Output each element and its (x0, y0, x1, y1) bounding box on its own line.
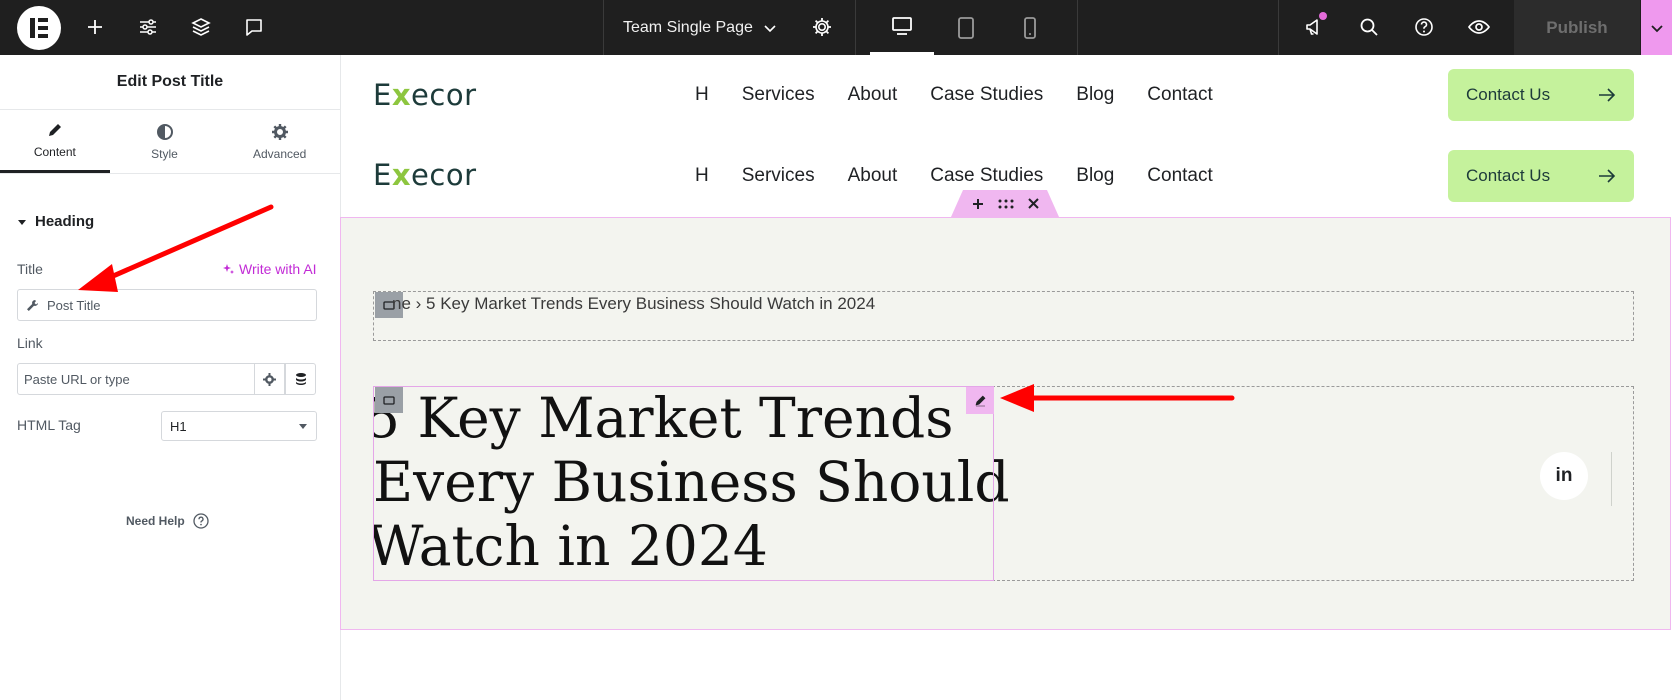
editor-top-bar: Team Single Page Publish (0, 0, 1672, 55)
publish-options-chevron-icon[interactable] (1641, 0, 1672, 55)
nav-item-case-studies[interactable]: Case Studies (930, 165, 1043, 187)
site-logo[interactable]: Execor (373, 78, 477, 112)
title-value: Post Title (47, 297, 101, 313)
divider (1611, 452, 1612, 506)
nav-item-services[interactable]: Services (742, 84, 815, 106)
nav-item-contact[interactable]: Contact (1147, 84, 1212, 106)
contact-us-label: Contact Us (1466, 166, 1551, 185)
dynamic-tags-database-icon[interactable] (285, 363, 316, 395)
logo-text: ecor (411, 78, 477, 112)
logo-letter: E (373, 158, 392, 192)
linkedin-icon[interactable]: in (1540, 452, 1588, 500)
logo-x-mark: x (391, 158, 412, 192)
tab-content[interactable]: Content (0, 110, 110, 173)
nav-item-about[interactable]: About (848, 165, 898, 187)
link-label: Link (17, 335, 43, 351)
preview-eye-icon[interactable] (1466, 14, 1492, 40)
title-input[interactable]: Post Title (17, 289, 317, 321)
tab-label: Content (33, 145, 76, 159)
help-icon[interactable] (1411, 14, 1437, 40)
need-help-label: Need Help (126, 514, 185, 528)
link-placeholder: Paste URL or type (24, 371, 130, 387)
need-help-link[interactable]: Need Help (126, 513, 209, 529)
half-circle-icon (156, 123, 173, 140)
link-options-gear-icon[interactable] (254, 363, 285, 395)
chevron-down-icon (764, 24, 776, 32)
elementor-logo-icon[interactable] (17, 6, 61, 50)
search-icon[interactable] (1356, 14, 1382, 40)
section-toolbar (951, 190, 1059, 217)
mobile-view-icon[interactable] (998, 0, 1062, 55)
help-icon (193, 513, 209, 529)
divider (603, 0, 604, 55)
arrow-right-icon (1599, 88, 1616, 102)
nav-item-blog[interactable]: Blog (1076, 84, 1114, 106)
contact-us-label: Contact Us (1466, 85, 1551, 104)
dynamic-tag-wrench-icon (27, 299, 38, 311)
html-tag-select[interactable]: H1 (161, 411, 317, 441)
delete-section-icon[interactable] (1027, 198, 1039, 209)
notification-dot (1319, 12, 1327, 20)
page-settings-gear-icon[interactable] (809, 14, 835, 40)
nav-item-services[interactable]: Services (742, 165, 815, 187)
write-with-ai-link[interactable]: Write with AI (222, 261, 317, 277)
main-nav: H Services About Case Studies Blog Conta… (695, 165, 1213, 187)
selected-widget-outline (373, 386, 994, 581)
divider (1278, 0, 1279, 55)
logo-x-mark: x (391, 78, 412, 112)
divider (1077, 0, 1078, 55)
caret-down-icon (18, 219, 26, 225)
tab-style[interactable]: Style (110, 110, 220, 173)
logo-letter: E (373, 78, 392, 112)
structure-layers-icon[interactable] (188, 14, 214, 40)
drag-handle-icon[interactable] (998, 199, 1014, 209)
nav-item-about[interactable]: About (848, 84, 898, 106)
gear-icon (271, 123, 288, 140)
document-title-dropdown[interactable]: Team Single Page (623, 0, 777, 55)
heading-section-toggle[interactable]: Heading (17, 213, 94, 230)
title-label: Title (17, 261, 43, 277)
tab-label: Style (151, 146, 178, 161)
nav-item-home[interactable]: H (695, 165, 709, 187)
publish-button[interactable]: Publish (1514, 0, 1640, 55)
panel-title: Edit Post Title (0, 55, 340, 110)
nav-item-contact[interactable]: Contact (1147, 165, 1212, 187)
editor-panel: Edit Post Title Content Style Advanced H… (0, 55, 341, 700)
nav-item-home[interactable]: H (695, 84, 709, 106)
html-tag-label: HTML Tag (17, 417, 81, 433)
sparkle-icon (223, 263, 234, 274)
contact-us-button[interactable]: Contact Us (1448, 150, 1634, 202)
arrow-right-icon (1599, 169, 1616, 183)
add-section-icon[interactable] (972, 198, 984, 210)
tablet-view-icon[interactable] (934, 0, 998, 55)
document-title: Team Single Page (623, 18, 753, 36)
divider (855, 0, 856, 55)
edit-widget-pencil-icon[interactable] (966, 387, 994, 414)
nav-item-blog[interactable]: Blog (1076, 165, 1114, 187)
site-logo[interactable]: Execor (373, 158, 477, 192)
pencil-icon (48, 124, 61, 136)
logo-text: ecor (411, 158, 477, 192)
tab-advanced[interactable]: Advanced (219, 110, 340, 173)
tab-label: Advanced (252, 146, 307, 161)
section-title: Heading (35, 213, 95, 230)
contact-us-button[interactable]: Contact Us (1448, 69, 1634, 121)
desktop-view-icon[interactable] (870, 0, 934, 55)
nav-item-case-studies[interactable]: Case Studies (930, 84, 1043, 106)
add-element-icon[interactable] (82, 14, 108, 40)
comments-icon[interactable] (241, 14, 267, 40)
html-tag-value: H1 (170, 418, 187, 434)
main-nav: H Services About Case Studies Blog Conta… (695, 84, 1213, 106)
caret-down-icon (299, 424, 307, 429)
container-handle-icon[interactable] (375, 387, 403, 413)
site-settings-icon[interactable] (135, 14, 161, 40)
write-with-ai-label: Write with AI (239, 261, 317, 277)
link-url-input[interactable]: Paste URL or type (17, 363, 255, 395)
panel-tabs: Content Style Advanced (0, 110, 340, 174)
breadcrumb: ne › 5 Key Market Trends Every Business … (392, 294, 876, 313)
